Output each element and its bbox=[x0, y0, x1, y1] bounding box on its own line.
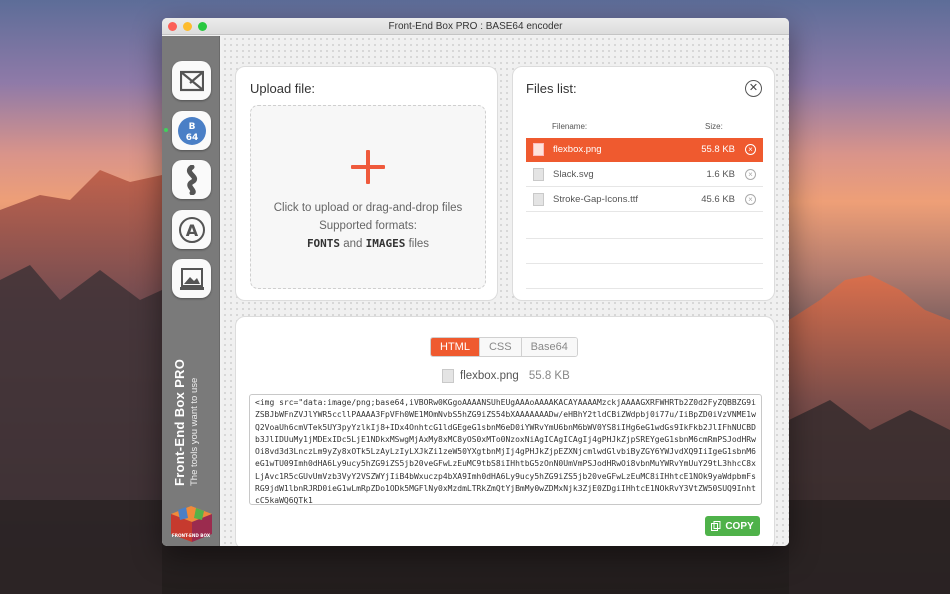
tool-base64[interactable]: B 64 bbox=[172, 111, 211, 150]
copy-icon bbox=[711, 521, 721, 531]
tool-image[interactable] bbox=[172, 259, 211, 298]
tab-base64[interactable]: Base64 bbox=[521, 338, 577, 356]
supported-formats-list: FONTS and IMAGES files bbox=[251, 235, 485, 253]
file-name: Slack.svg bbox=[553, 169, 594, 180]
svg-text:64: 64 bbox=[185, 133, 198, 143]
remove-file-icon[interactable]: × bbox=[745, 194, 756, 205]
svg-curve-icon bbox=[186, 164, 197, 195]
files-list-panel: Files list: ✕ Filename: Size: flexbox.pn… bbox=[512, 66, 775, 301]
png-file-icon bbox=[442, 369, 454, 383]
copy-label: COPY bbox=[725, 520, 754, 532]
tab-css[interactable]: CSS bbox=[479, 338, 522, 356]
result-file-name: flexbox.png bbox=[460, 370, 519, 382]
file-name: flexbox.png bbox=[553, 144, 602, 155]
brand-tagline: The tools you want to use bbox=[189, 377, 200, 486]
image-icon bbox=[179, 267, 204, 290]
format-and: and bbox=[343, 238, 363, 250]
tab-html[interactable]: HTML bbox=[431, 338, 480, 356]
column-size: Size: bbox=[705, 122, 723, 131]
format-fonts: FONTS bbox=[306, 237, 341, 250]
png-file-icon bbox=[533, 143, 544, 156]
main-content: Upload file: Click to upload or drag-and… bbox=[222, 36, 789, 546]
file-size: 55.8 KB bbox=[701, 144, 735, 155]
title-bar: Front-End Box PRO : BASE64 encoder bbox=[162, 18, 789, 35]
column-filename: Filename: bbox=[552, 122, 588, 131]
envelope-icon bbox=[179, 70, 204, 91]
tool-sidebar: B 64 A Front-End Box PRO The tools you w… bbox=[162, 36, 220, 546]
upload-title: Upload file: bbox=[250, 81, 316, 96]
svg-text:A: A bbox=[185, 221, 198, 240]
empty-row-divider bbox=[526, 263, 763, 264]
app-window: Front-End Box PRO : BASE64 encoder B 64 bbox=[162, 18, 789, 546]
remove-file-icon[interactable]: × bbox=[745, 169, 756, 180]
plus-icon bbox=[351, 150, 385, 184]
file-row[interactable]: Slack.svg 1.6 KB × bbox=[526, 163, 763, 187]
base64-icon: B 64 bbox=[177, 116, 206, 145]
svg-file-icon bbox=[533, 168, 544, 181]
window-title: Front-End Box PRO : BASE64 encoder bbox=[388, 20, 563, 32]
window-controls bbox=[168, 22, 207, 31]
brand-area: Front-End Box PRO The tools you want to … bbox=[172, 326, 212, 486]
file-size: 45.6 KB bbox=[701, 194, 735, 205]
upload-dropzone[interactable]: Click to upload or drag-and-drop files S… bbox=[250, 105, 486, 289]
result-file-size: 55.8 KB bbox=[528, 370, 570, 382]
clear-files-button[interactable]: ✕ bbox=[745, 80, 762, 97]
copy-button[interactable]: COPY bbox=[705, 516, 760, 536]
logo-caption: FRONT-END BOX bbox=[172, 533, 211, 538]
svg-text:B: B bbox=[188, 122, 195, 132]
upload-panel: Upload file: Click to upload or drag-and… bbox=[235, 66, 498, 301]
file-name: Stroke-Gap-Icons.ttf bbox=[553, 194, 639, 205]
tool-envelope[interactable] bbox=[172, 61, 211, 100]
code-output[interactable]: <img src="data:image/png;base64,iVBORw0K… bbox=[249, 394, 762, 505]
file-row[interactable]: flexbox.png 55.8 KB × bbox=[526, 138, 763, 162]
drop-instruction: Click to upload or drag-and-drop files bbox=[273, 202, 463, 214]
result-panel: HTML CSS Base64 flexbox.png 55.8 KB <img… bbox=[235, 316, 775, 546]
tool-svg-curve[interactable] bbox=[172, 160, 211, 199]
brand-title: Front-End Box PRO bbox=[172, 358, 187, 486]
file-row[interactable]: Stroke-Gap-Icons.ttf 45.6 KB × bbox=[526, 188, 763, 212]
tool-font[interactable]: A bbox=[172, 210, 211, 249]
remove-file-icon[interactable]: × bbox=[745, 144, 756, 155]
supported-formats-label: Supported formats: bbox=[319, 220, 417, 232]
empty-row-divider bbox=[526, 238, 763, 239]
file-size: 1.6 KB bbox=[706, 169, 735, 180]
font-a-icon: A bbox=[178, 216, 205, 243]
ttf-file-icon bbox=[533, 193, 544, 206]
zoom-window-button[interactable] bbox=[198, 22, 207, 31]
output-format-tabs: HTML CSS Base64 bbox=[430, 337, 578, 357]
result-file-info: flexbox.png 55.8 KB bbox=[442, 369, 570, 383]
front-end-box-logo: FRONT-END BOX bbox=[171, 506, 212, 542]
close-icon: ✕ bbox=[748, 82, 759, 94]
format-images: IMAGES bbox=[365, 237, 406, 250]
files-list-title: Files list: bbox=[526, 81, 577, 96]
minimize-window-button[interactable] bbox=[183, 22, 192, 31]
format-files: files bbox=[408, 238, 430, 250]
close-window-button[interactable] bbox=[168, 22, 177, 31]
empty-row-divider bbox=[526, 288, 763, 289]
active-tool-indicator bbox=[164, 128, 168, 132]
